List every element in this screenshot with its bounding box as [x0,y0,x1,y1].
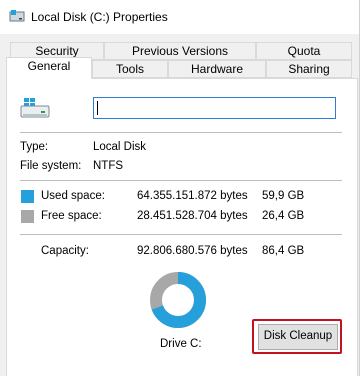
capacity-gb: 86,4 GB [262,245,305,257]
properties-window: Local Disk (C:) Properties Security Prev… [0,0,360,376]
disk-cleanup-button[interactable]: Disk Cleanup [258,324,338,350]
capacity-bytes: 92.806.680.576 bytes [137,245,248,257]
file-system-value: NTFS [93,160,124,172]
used-space-label: Used space: [41,190,105,202]
free-space-label: Free space: [41,210,102,222]
drive-icon [9,10,25,22]
title-bar: Local Disk (C:) Properties [0,0,359,34]
divider-bottom [20,234,342,235]
free-space-gb: 26,4 GB [262,210,305,222]
tab-previous-versions[interactable]: Previous Versions [104,42,256,60]
type-value: Local Disk [93,141,147,153]
window-title: Local Disk (C:) Properties [31,10,168,24]
windows-drive-icon [20,98,50,118]
free-space-swatch [21,210,34,223]
tab-hardware[interactable]: Hardware [168,60,266,78]
divider-top [20,132,342,133]
divider-middle [20,180,342,181]
capacity-label: Capacity: [41,245,89,257]
text-caret [97,101,98,115]
used-space-bytes: 64.355.151.872 bytes [137,190,248,202]
tab-tools[interactable]: Tools [92,60,168,78]
tab-sharing[interactable]: Sharing [266,60,352,78]
tab-quota[interactable]: Quota [256,42,352,60]
used-space-swatch [21,190,34,203]
drive-label: Drive C: [160,338,202,350]
tab-general[interactable]: General [6,57,92,79]
disk-usage-donut [150,272,206,328]
used-space-gb: 59,9 GB [262,190,305,202]
drive-name-input[interactable] [93,97,336,119]
type-label: Type: [20,141,49,153]
file-system-label: File system: [20,160,82,172]
free-space-bytes: 28.451.528.704 bytes [137,210,248,222]
